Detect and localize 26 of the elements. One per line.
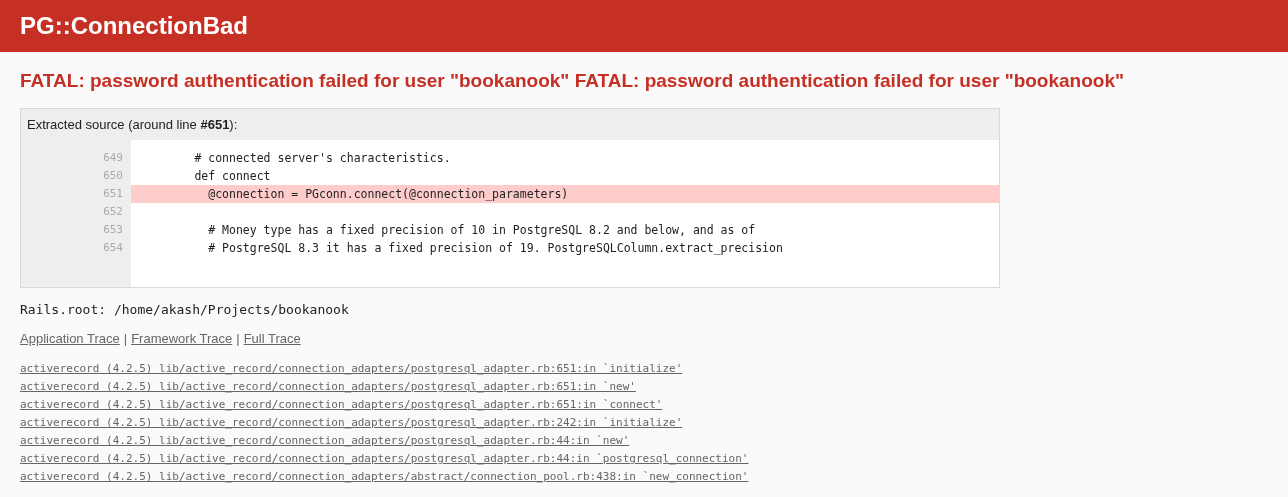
trace-entry-link[interactable]: activerecord (4.2.5) lib/active_record/connection_adapters/postgresql_adapter.rb:651:in `connect' bbox=[20, 398, 663, 411]
trace-link[interactable]: Application Trace bbox=[20, 331, 120, 346]
code-line: # connected server's characteristics. bbox=[193, 150, 452, 167]
separator: | bbox=[123, 331, 128, 346]
trace-entry-link[interactable]: activerecord (4.2.5) lib/active_record/connection_adapters/abstract/connection_pool.rb:438:in `new_connection' bbox=[20, 470, 749, 483]
error-message: FATAL: password authentication failed for user "bookanook" FATAL: password authentication failed for user "bookanook" bbox=[20, 70, 1125, 92]
trace-entry-link[interactable]: activerecord (4.2.5) lib/active_record/connection_adapters/postgresql_adapter.rb:242:in `initialize' bbox=[20, 416, 683, 429]
rails-root-path: Rails.root: /home/akash/Projects/bookanook bbox=[20, 302, 350, 317]
trace-entry-link[interactable]: activerecord (4.2.5) lib/active_record/connection_adapters/postgresql_adapter.rb:651:in `new' bbox=[20, 380, 636, 393]
separator: | bbox=[236, 331, 240, 346]
code-line: # PostgreSQL 8.3 it has a fixed precision of 19. PostgreSQLColumn.extract_precision bbox=[207, 240, 784, 257]
line-number: 651 bbox=[102, 186, 124, 202]
line-number: 652 bbox=[102, 204, 124, 220]
source-caption: Extracted source (around line #651): bbox=[26, 116, 239, 134]
trace-link[interactable]: Framework Trace bbox=[131, 331, 233, 346]
line-number: 654 bbox=[102, 240, 124, 256]
trace-entry-link[interactable]: activerecord (4.2.5) lib/active_record/connection_adapters/postgresql_adapter.rb:651:in `initialize' bbox=[20, 362, 683, 375]
line-number: 650 bbox=[102, 168, 124, 184]
line-number: 653 bbox=[102, 222, 124, 238]
page-title: PG::ConnectionBad bbox=[20, 12, 248, 40]
trace-entry-link[interactable]: activerecord (4.2.5) lib/active_record/connection_adapters/postgresql_adapter.rb:44:in `postgresql_connection' bbox=[20, 452, 749, 465]
trace-link[interactable]: Full Trace bbox=[243, 331, 301, 346]
line-number: 649 bbox=[102, 150, 124, 166]
trace-entry-link[interactable]: activerecord (4.2.5) lib/active_record/connection_adapters/postgresql_adapter.rb:44:in `new' bbox=[20, 434, 630, 447]
code-line: def connect bbox=[193, 168, 272, 185]
code-line: # Money type has a fixed precision of 10 in PostgreSQL 8.2 and below, and as of bbox=[207, 222, 757, 239]
